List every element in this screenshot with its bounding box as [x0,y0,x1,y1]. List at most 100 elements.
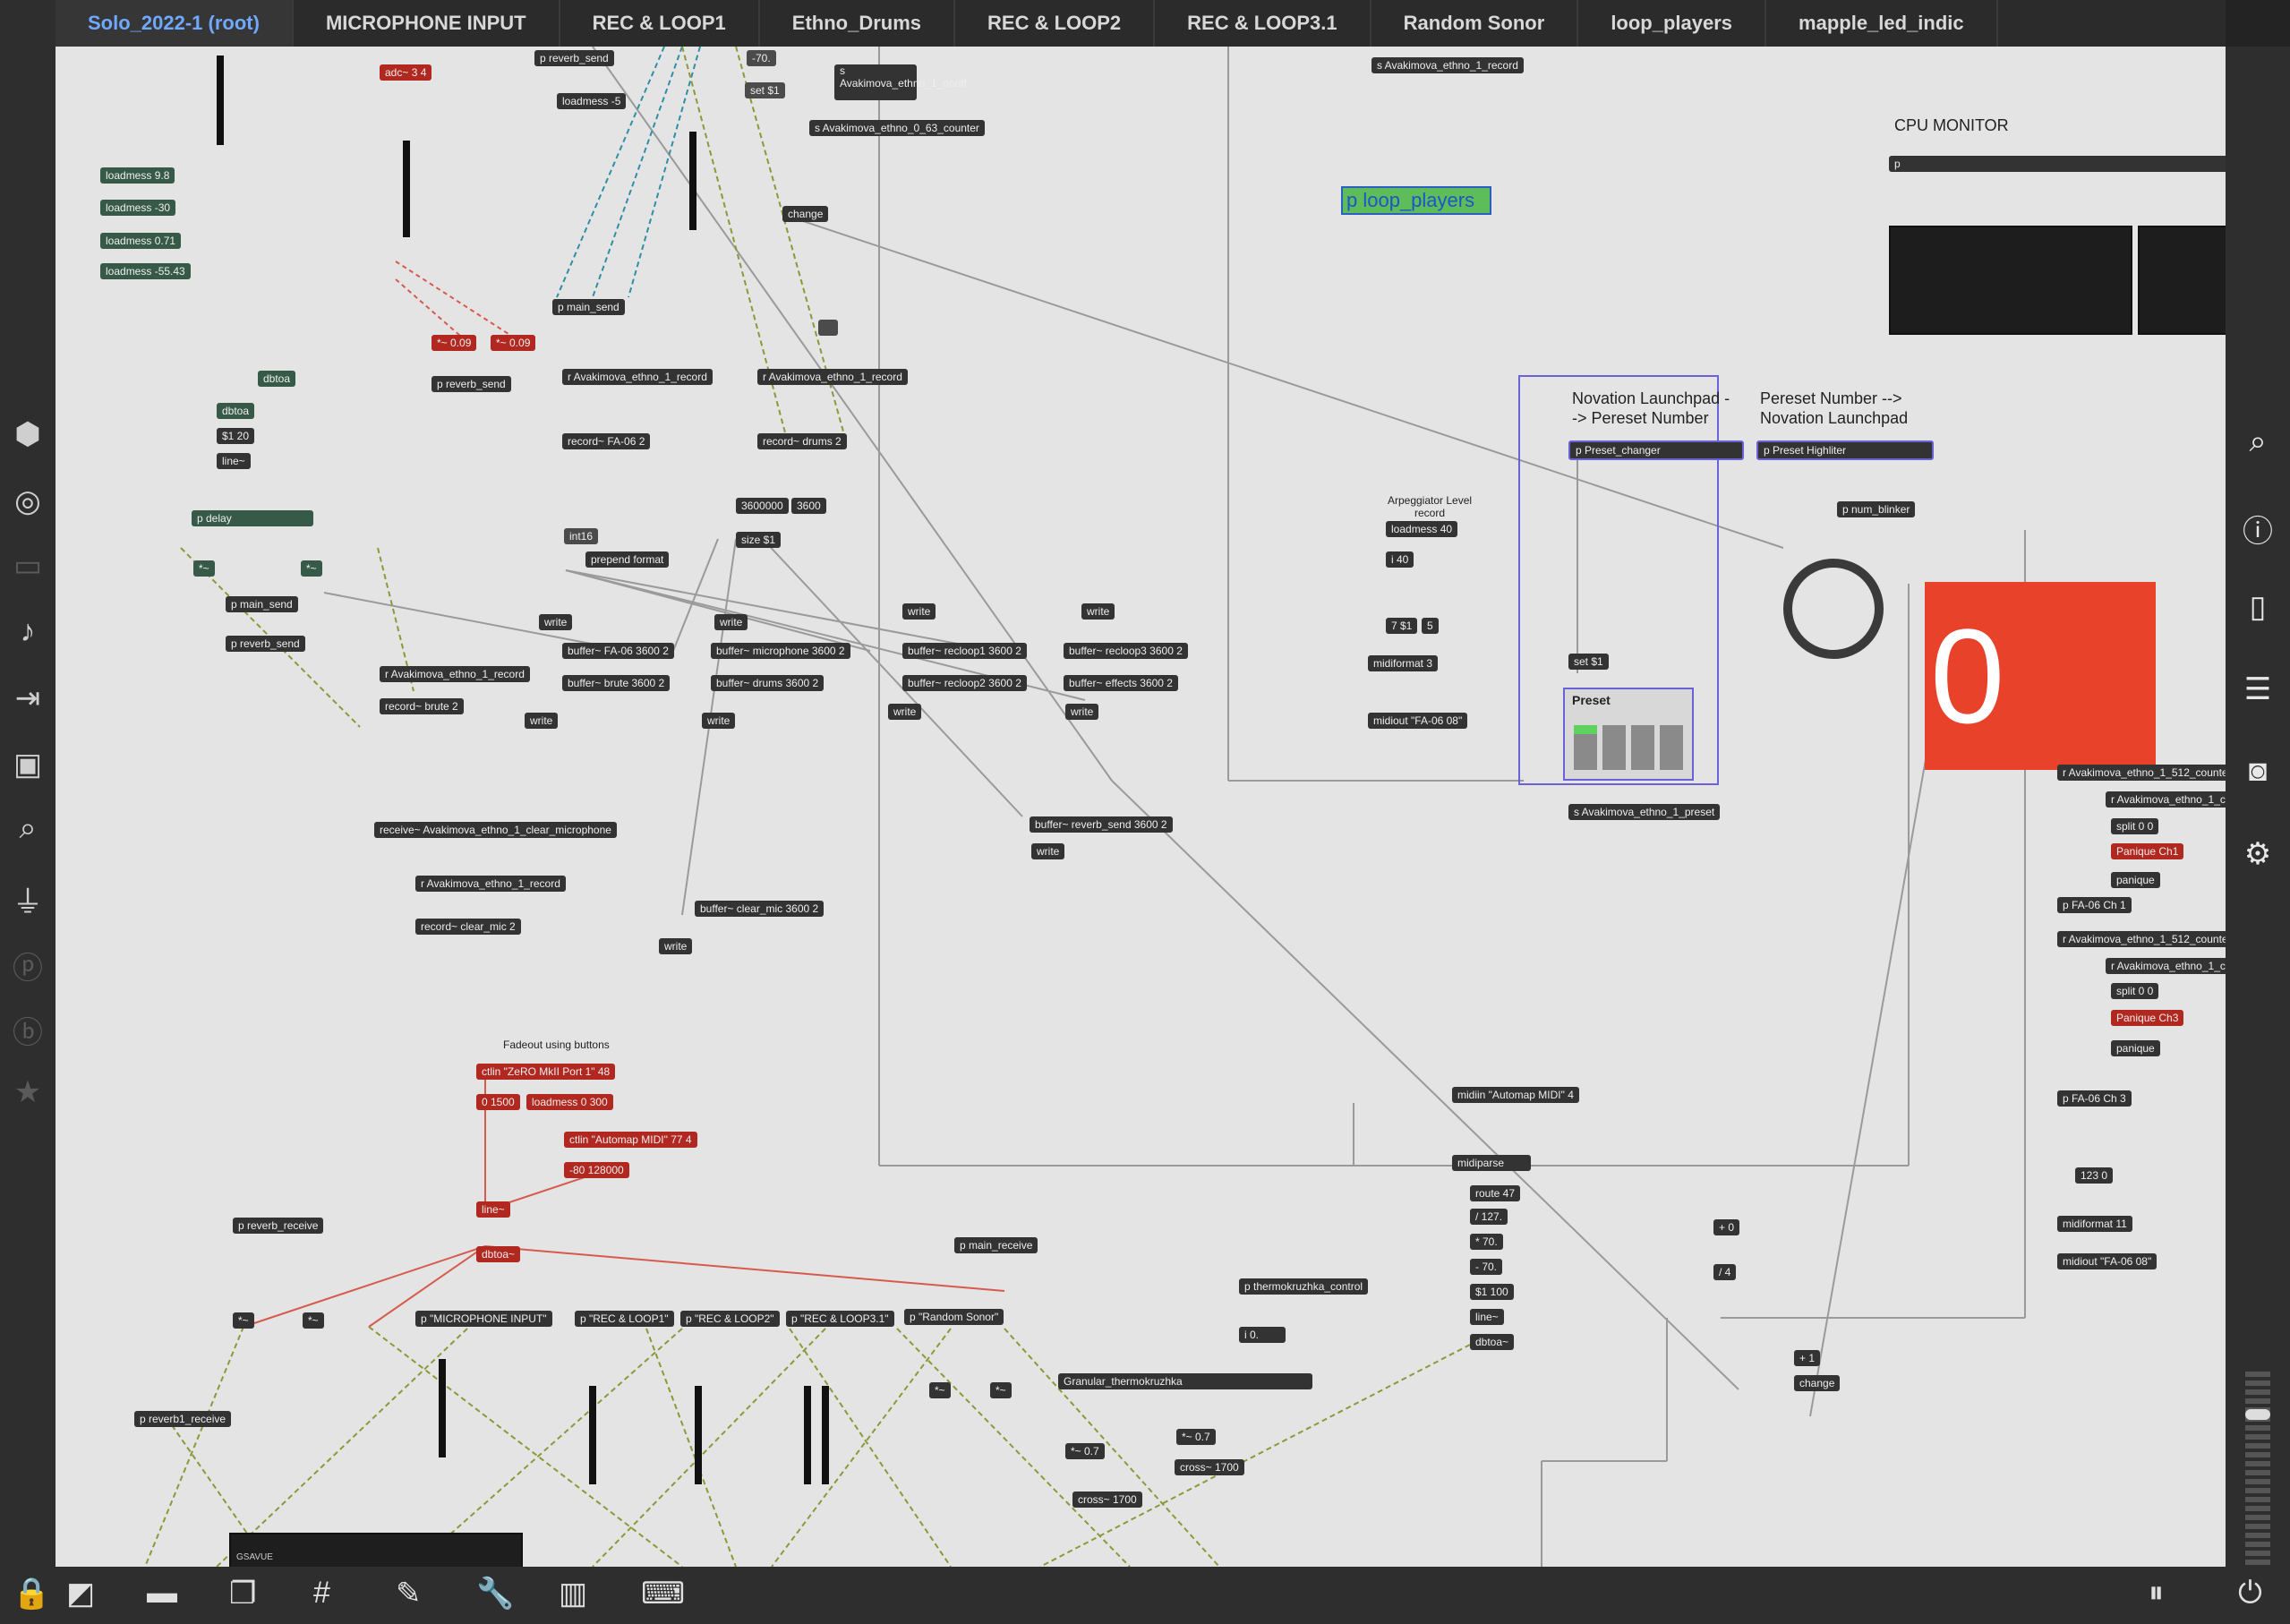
record-object[interactable]: record~ brute 2 [380,698,464,714]
split-object[interactable]: split 0 0 [2111,818,2159,834]
write-message[interactable]: write [659,938,693,954]
write-message[interactable]: write [539,614,573,630]
line-object[interactable]: line~ [476,1201,510,1218]
message-box[interactable]: 3600 [791,498,826,514]
buffer-object[interactable]: buffer~ recloop2 3600 2 [902,675,1027,691]
midiin-object[interactable]: midiin "Automap MIDI" 4 [1452,1087,1579,1103]
p-cpu-object[interactable]: p [1889,156,2226,172]
ctlin-object[interactable]: ctlin "Automap MIDI" 77 4 [564,1132,697,1148]
subtract-object[interactable]: - 70. [1470,1259,1503,1275]
led-indicator[interactable] [1783,559,1884,659]
p-fa06-ch3-object[interactable]: p FA-06 Ch 3 [2057,1090,2132,1107]
p-rec-loop31-object[interactable]: p "REC & LOOP3.1" [786,1311,894,1327]
power-icon[interactable]: ⏻ [2238,1576,2262,1611]
loadmess-object[interactable]: loadmess -55.43 [100,263,191,279]
multiply-object[interactable]: *~ [303,1312,324,1329]
number-box[interactable]: -70. [747,50,776,66]
master-volume-slider[interactable] [2245,1409,2270,1420]
write-message[interactable]: write [702,713,736,729]
circle-b-icon[interactable]: ⓑ [0,1008,56,1052]
p-random-sonor-object[interactable]: p "Random Sonor" [904,1309,1004,1325]
dbtoa-object[interactable]: dbtoa [217,403,255,419]
edit-icon[interactable]: ◩ [66,1576,95,1611]
receive-object[interactable]: r Avakimova_ethno_1_record [415,876,566,892]
divide-object[interactable]: / 127. [1470,1209,1508,1225]
cross-object[interactable]: cross~ 1700 [1072,1492,1142,1508]
tab-loop-players[interactable]: loop_players [1578,0,1767,47]
p-loop-players-object[interactable]: p loop_players [1341,186,1491,215]
p-main-send-object[interactable]: p main_send [226,596,298,612]
camera-icon[interactable]: ◙ [2226,754,2290,789]
play-list-icon[interactable]: ⇥ [0,680,56,716]
int16-menu[interactable]: int16 [564,528,599,544]
send-object[interactable]: s Avakimova_ethno_1_preset [1568,804,1721,820]
granular-object[interactable]: Granular_thermokruzhka [1058,1373,1312,1389]
buffer-object[interactable]: buffer~ recloop3 3600 2 [1064,643,1188,659]
preset-object[interactable]: Preset [1563,688,1694,781]
p-microphone-input-object[interactable]: p "MICROPHONE INPUT" [415,1311,552,1327]
loadmess-object[interactable]: loadmess -5 [557,93,627,109]
p-main-send-object[interactable]: p main_send [552,299,625,315]
tab-mapple-led-indic[interactable]: mapple_led_indic [1766,0,1998,47]
p-reverb1-receive-object[interactable]: p reverb1_receive [134,1411,232,1427]
pause-icon[interactable]: ⏸ [2149,1576,2164,1611]
loadmess-object[interactable]: loadmess 0 300 [526,1094,613,1110]
loadmess-object[interactable]: loadmess 9.8 [100,167,175,184]
write-message[interactable]: write [1031,843,1065,859]
send-object[interactable]: s Avakimova_ethno_0_63_counter [809,120,985,136]
media-icon[interactable]: ▭ [0,548,56,584]
circle-p-icon[interactable]: ⓟ [0,944,56,987]
tab-rec-loop1[interactable]: REC & LOOP1 [560,0,760,47]
tab-rec-loop31[interactable]: REC & LOOP3.1 [1155,0,1371,47]
p-preset-highliter-object[interactable]: p Preset Highliter [1756,440,1934,460]
buffer-object[interactable]: buffer~ brute 3600 2 [562,675,671,691]
buffer-object[interactable]: buffer~ FA-06 3600 2 [562,643,674,659]
midiformat-object[interactable]: midiformat 3 [1368,655,1439,671]
comment-icon[interactable]: ▬ [147,1576,177,1611]
p-reverb-receive-object[interactable]: p reverb_receive [233,1218,324,1234]
keyboard-icon[interactable]: ⌨ [641,1576,685,1611]
receive-object[interactable]: r Avakimova_ethno_1_record [562,369,713,385]
p-reverb-send-object[interactable]: p reverb_send [534,50,614,66]
tab-microphone-input[interactable]: MICROPHONE INPUT [294,0,560,47]
multiply-object[interactable]: *~ [929,1382,951,1398]
dbtoa-object[interactable]: dbtoa~ [476,1246,521,1262]
send-object[interactable]: s Avakimova_ethno_1_record [1371,57,1524,73]
panique-ch1-button[interactable]: Panique Ch1 [2111,843,2184,859]
plug-icon[interactable]: ⏚ [0,877,56,921]
p-num-blinker-object[interactable]: p num_blinker [1837,501,1916,517]
music-note-icon[interactable]: ♪ [0,614,56,649]
line-object[interactable]: line~ [1470,1309,1504,1325]
message-box[interactable]: 0 1500 [476,1094,520,1110]
piano-icon[interactable]: ▥ [559,1576,587,1611]
split-object[interactable]: split 0 0 [2111,983,2159,999]
record-object[interactable]: record~ clear_mic 2 [415,919,521,935]
int-object[interactable]: i 40 [1386,551,1414,568]
buffer-object[interactable]: buffer~ effects 3600 2 [1064,675,1178,691]
write-message[interactable]: write [525,713,559,729]
route-object[interactable]: route 47 [1470,1185,1521,1201]
message-box[interactable]: -80 128000 [564,1162,629,1178]
tab-random-sonor[interactable]: Random Sonor [1371,0,1579,47]
divide-object[interactable]: / 4 [1713,1264,1737,1280]
receive-object[interactable]: r Avakimova_ethno_1_record [380,666,530,682]
set-message[interactable]: set $1 [1568,654,1609,670]
midiout-object[interactable]: midiout "FA-06 08" [2057,1253,2158,1269]
buffer-object[interactable]: buffer~ reverb_send 3600 2 [1030,816,1173,833]
p-main-receive-object[interactable]: p main_receive [954,1237,1038,1253]
windows-icon[interactable]: ❐ [229,1576,256,1611]
midiout-object[interactable]: midiout "FA-06 08" [1368,713,1468,729]
tab-ethno-drums[interactable]: Ethno_Drums [760,0,956,47]
multiply-object[interactable]: *~ [193,560,215,577]
message-box[interactable]: 3600000 [736,498,789,514]
midiformat-object[interactable]: midiformat 11 [2057,1216,2132,1232]
write-message[interactable]: write [714,614,748,630]
wrench-icon[interactable]: 🔧 [476,1576,514,1611]
panique-object[interactable]: panique [2111,1040,2160,1056]
p-rec-loop2-object[interactable]: p "REC & LOOP2" [680,1311,780,1327]
receive-object[interactable]: r Avakimova_ethno_1_record [757,369,908,385]
set-message[interactable]: set $1 [745,82,785,98]
patcher-canvas[interactable]: adc~ 3 4 p reverb_send loadmess -5 -70. … [56,47,2226,1567]
p-reverb-send-object[interactable]: p reverb_send [226,636,305,652]
change-object[interactable]: change [1794,1375,1841,1391]
